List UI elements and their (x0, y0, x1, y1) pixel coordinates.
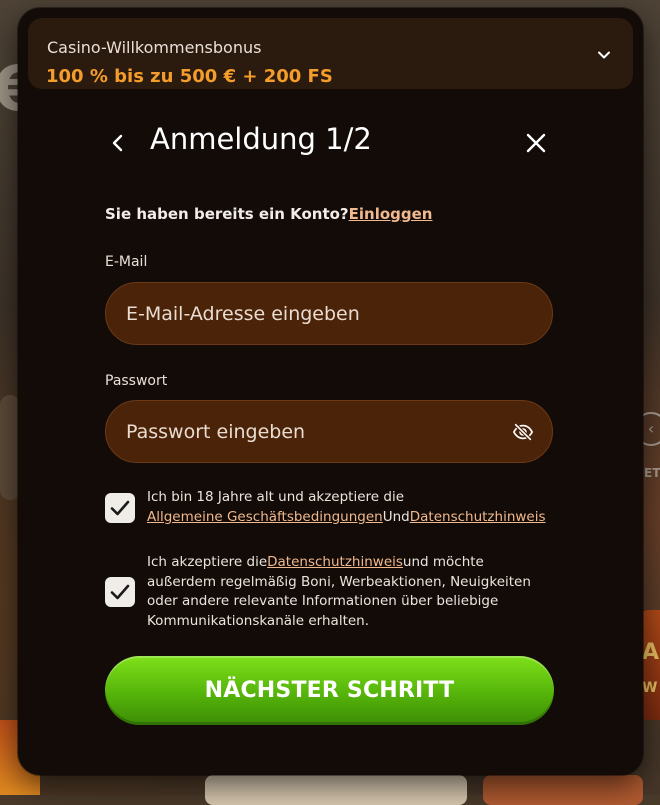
registration-modal: Casino-Willkommensbonus 100 % bis zu 500… (18, 8, 643, 775)
email-label: E-Mail (105, 254, 148, 270)
close-icon[interactable] (524, 131, 548, 155)
background-tile (483, 775, 643, 805)
login-link[interactable]: Einloggen (349, 205, 433, 223)
marketing-checkbox[interactable] (105, 577, 135, 607)
next-step-button[interactable]: NÄCHSTER SCHRITT (105, 656, 554, 725)
background-text: ET (644, 466, 660, 480)
bonus-banner[interactable]: Casino-Willkommensbonus 100 % bis zu 500… (28, 18, 633, 89)
email-field-container (105, 282, 553, 345)
chevron-down-icon[interactable] (597, 48, 611, 62)
page-title: Anmeldung 1/2 (150, 122, 372, 156)
background-tile (0, 395, 20, 500)
background-game-art: A W (640, 610, 660, 720)
terms-link[interactable]: Allgemeine Geschäftsbedingungen (147, 509, 383, 525)
chevron-left-icon[interactable] (108, 130, 128, 156)
background-tile (205, 775, 467, 805)
login-question: Sie haben bereits ein Konto? (105, 205, 349, 223)
eye-off-icon[interactable] (512, 421, 534, 443)
password-field[interactable] (126, 401, 506, 462)
bonus-offer: 100 % bis zu 500 € + 200 FS (46, 66, 333, 87)
privacy-link[interactable]: Datenschutzhinweis (267, 554, 403, 570)
check-icon (110, 500, 130, 516)
marketing-consent-text: Ich akzeptiere dieDatenschutzhinweisund … (147, 554, 531, 629)
terms-consent-text: Ich bin 18 Jahre alt und akzeptiere die … (147, 489, 546, 525)
terms-checkbox[interactable] (105, 493, 135, 523)
check-icon (110, 584, 130, 600)
bonus-title: Casino-Willkommensbonus (47, 38, 262, 57)
privacy-link[interactable]: Datenschutzhinweis (410, 509, 546, 525)
email-field[interactable] (126, 283, 506, 344)
login-prompt: Sie haben bereits ein Konto?Einloggen (105, 205, 432, 223)
password-field-container (105, 400, 553, 463)
password-label: Passwort (105, 373, 168, 389)
